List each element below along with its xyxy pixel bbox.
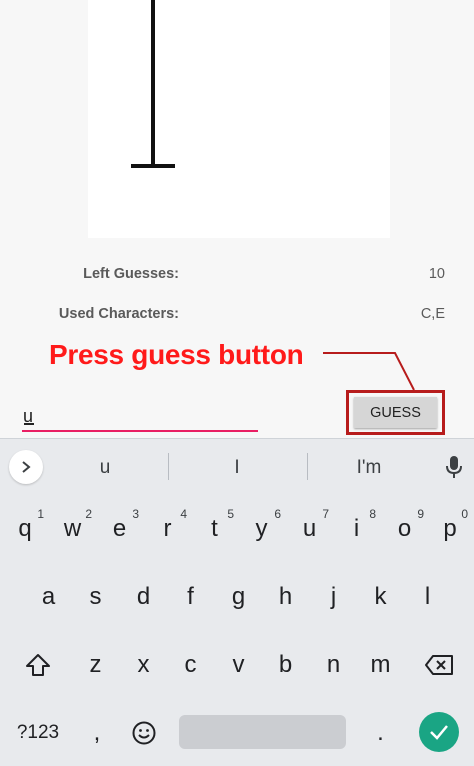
key-label: o (397, 515, 412, 542)
key-label: q (18, 515, 32, 542)
key-hint: 6 (274, 507, 281, 521)
key-hint: 3 (132, 507, 139, 521)
guess-input-container (22, 398, 258, 434)
key-period[interactable]: . (357, 703, 404, 763)
keyboard-row-1: 1q 2w 3e 4r 5t 6y 7u 8i 9o 0p (0, 499, 474, 559)
key-x[interactable]: x (120, 635, 167, 695)
check-icon[interactable] (419, 712, 459, 752)
key-y[interactable]: 6y (238, 499, 285, 559)
key-hint: 2 (85, 507, 92, 521)
key-g[interactable]: g (215, 567, 262, 627)
key-label: w (63, 515, 82, 542)
key-i[interactable]: 8i (333, 499, 380, 559)
key-c[interactable]: c (167, 635, 214, 695)
key-hint: 8 (369, 507, 376, 521)
suggestion-1[interactable]: u (50, 439, 160, 493)
soft-keyboard: u I I'm 1q 2w 3e 4r 5t 6y 7u 8i 9o 0p a … (0, 438, 474, 766)
key-m[interactable]: m (357, 635, 404, 695)
key-label: r (163, 515, 172, 542)
key-e[interactable]: 3e (96, 499, 143, 559)
suggestion-divider (168, 453, 169, 480)
keyboard-row-2: a s d f g h j k l (0, 567, 474, 627)
guess-input[interactable] (22, 402, 258, 430)
keyboard-row-3: z x c v b n m (0, 635, 474, 695)
space-key[interactable] (179, 715, 346, 749)
key-a[interactable]: a (25, 567, 72, 627)
key-v[interactable]: v (215, 635, 262, 695)
key-hint: 5 (227, 507, 234, 521)
hangman-screen: Left Guesses: 10 Used Characters: C,E Pr… (0, 0, 474, 438)
input-underline (22, 430, 258, 432)
key-label: i (353, 515, 360, 542)
backspace-icon[interactable] (414, 635, 464, 695)
key-l[interactable]: l (404, 567, 451, 627)
key-hint: 0 (461, 507, 468, 521)
suggestion-2[interactable]: I (170, 439, 304, 493)
keyboard-row-4: ?123 , . (0, 703, 474, 763)
key-hint: 1 (37, 507, 44, 521)
key-symbols[interactable]: ?123 (8, 703, 68, 763)
mic-icon[interactable] (444, 454, 464, 480)
key-f[interactable]: f (167, 567, 214, 627)
key-hint: 4 (180, 507, 187, 521)
key-n[interactable]: n (310, 635, 357, 695)
key-z[interactable]: z (72, 635, 119, 695)
key-label: y (255, 515, 268, 542)
chevron-right-icon[interactable] (9, 450, 43, 484)
key-o[interactable]: 9o (381, 499, 428, 559)
key-label: t (211, 515, 218, 542)
shift-icon[interactable] (14, 635, 62, 695)
key-p[interactable]: 0p (428, 499, 472, 559)
key-label: u (302, 515, 317, 542)
key-j[interactable]: j (310, 567, 357, 627)
key-label: p (443, 515, 457, 542)
emoji-icon[interactable] (120, 703, 167, 763)
key-hint: 9 (417, 507, 424, 521)
key-d[interactable]: d (120, 567, 167, 627)
annotation-highlight-box: GUESS (346, 390, 445, 435)
key-comma[interactable]: , (74, 703, 120, 763)
key-hint: 7 (322, 507, 329, 521)
suggestion-divider (307, 453, 308, 480)
suggestion-3[interactable]: I'm (310, 439, 428, 493)
annotation-pointer-line (323, 352, 415, 391)
guess-button[interactable]: GUESS (354, 397, 437, 428)
key-t[interactable]: 5t (191, 499, 238, 559)
key-q[interactable]: 1q (2, 499, 48, 559)
key-b[interactable]: b (262, 635, 309, 695)
key-w[interactable]: 2w (49, 499, 96, 559)
key-s[interactable]: s (72, 567, 119, 627)
suggestion-bar: u I I'm (0, 439, 474, 493)
key-u[interactable]: 7u (286, 499, 333, 559)
key-label: e (112, 515, 127, 542)
key-h[interactable]: h (262, 567, 309, 627)
key-k[interactable]: k (357, 567, 404, 627)
key-r[interactable]: 4r (144, 499, 191, 559)
input-text-underline (24, 423, 34, 425)
